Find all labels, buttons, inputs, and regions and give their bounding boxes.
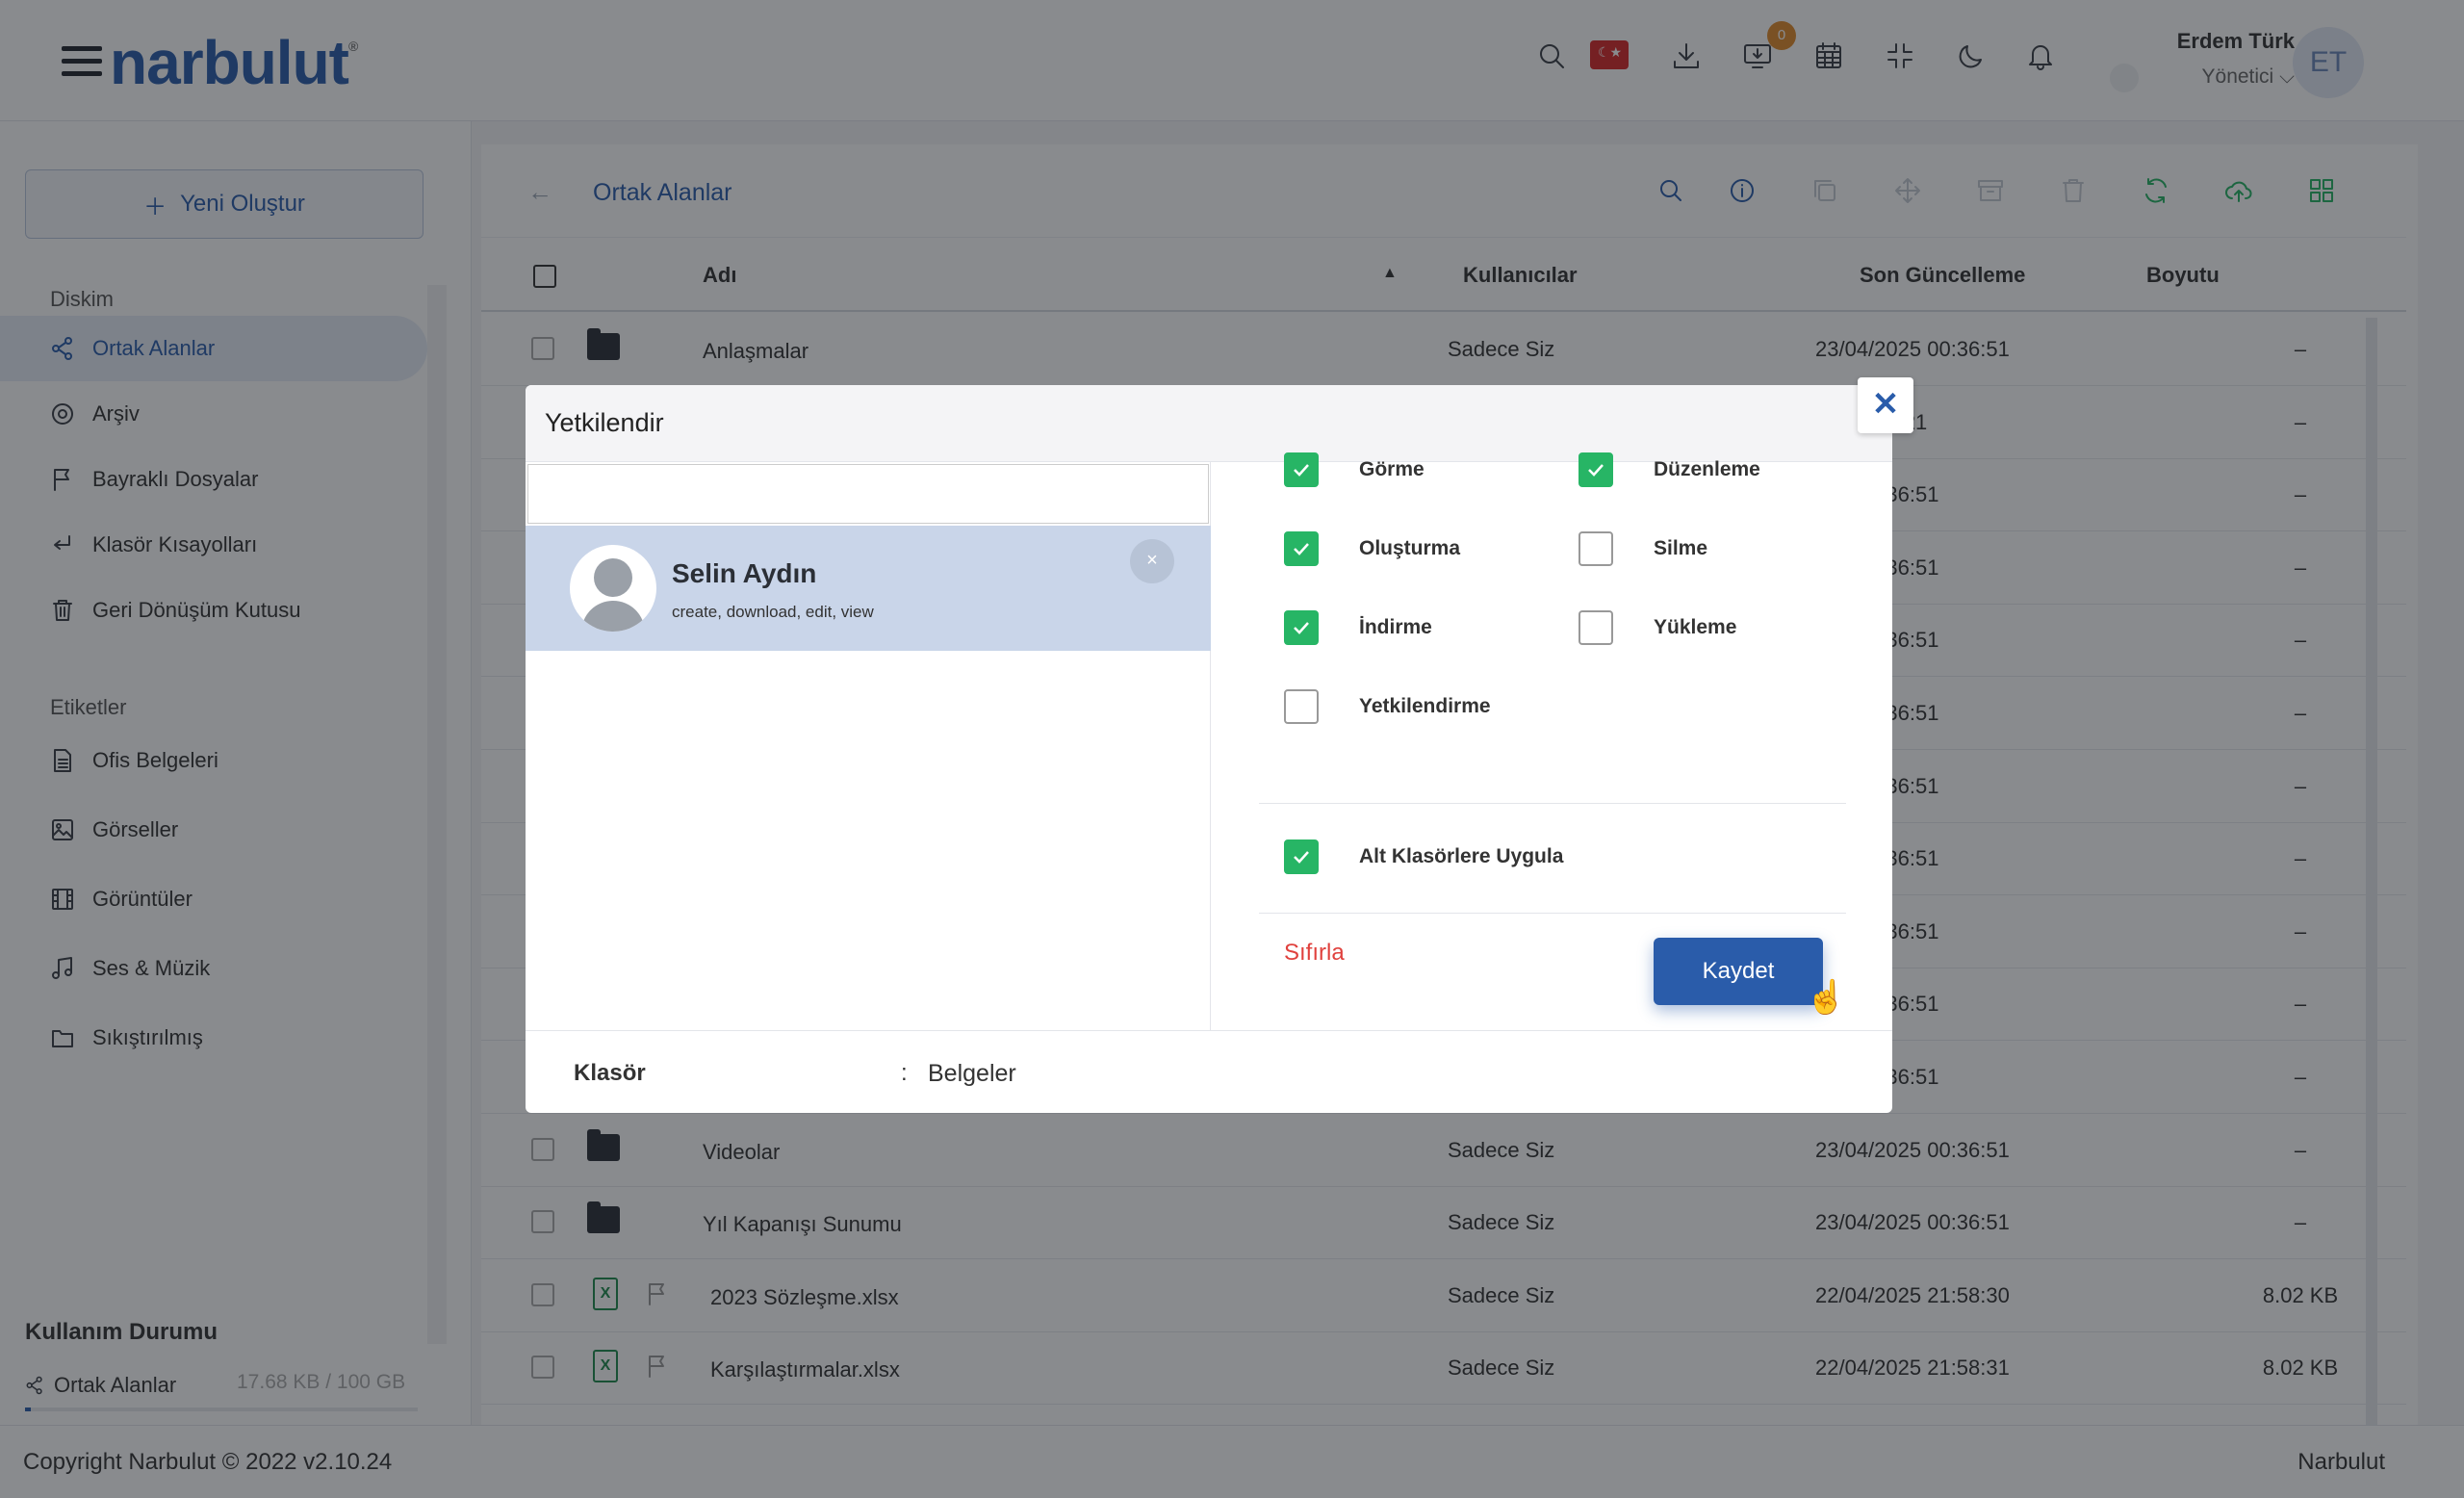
permission-option[interactable]: Düzenleme (1578, 452, 1760, 487)
check-icon (1294, 464, 1309, 477)
folder-label: Klasör (574, 1060, 646, 1086)
permission-option[interactable]: Yetkilendirme (1284, 689, 1491, 724)
permission-option[interactable]: Görme (1284, 452, 1424, 487)
checkbox-unchecked[interactable] (1284, 689, 1319, 724)
checkbox-unchecked[interactable] (1578, 610, 1613, 645)
checkbox-checked[interactable] (1578, 452, 1613, 487)
dialog-header: Yetkilendir (526, 385, 1892, 462)
check-icon (1588, 464, 1604, 477)
hand-cursor-icon: ☝ (1806, 979, 1847, 1016)
checkbox-checked[interactable] (1284, 452, 1319, 487)
checkbox-checked[interactable] (1284, 610, 1319, 645)
apply-subfolders-option[interactable]: Alt Klasörlere Uygula (1284, 839, 1563, 874)
save-button[interactable]: Kaydet (1654, 938, 1823, 1005)
check-icon (1294, 622, 1309, 634)
reset-button[interactable]: Sıfırla (1284, 940, 1345, 967)
user-panel: Selin Aydın create, download, edit, view… (526, 462, 1211, 1030)
checkbox-checked[interactable] (1284, 531, 1319, 566)
folder-value: Belgeler (928, 1060, 1016, 1087)
selected-user-card[interactable]: Selin Aydın create, download, edit, view… (526, 526, 1211, 651)
permission-option[interactable]: Yükleme (1578, 610, 1736, 645)
user-permissions-summary: create, download, edit, view (672, 603, 874, 621)
authorize-dialog: Yetkilendir ✕ Selin Aydın create, downlo… (526, 377, 1913, 1113)
close-icon[interactable]: ✕ (1858, 377, 1913, 433)
permission-option[interactable]: Oluşturma (1284, 531, 1460, 566)
user-avatar-icon (570, 545, 656, 632)
remove-user-icon[interactable]: × (1130, 539, 1174, 583)
folder-separator: : (901, 1060, 908, 1086)
checkbox-unchecked[interactable] (1578, 531, 1613, 566)
divider (1259, 803, 1846, 804)
dialog-footer: Klasör : Belgeler (526, 1030, 1892, 1113)
dialog-title: Yetkilendir (545, 408, 664, 437)
permission-option[interactable]: İndirme (1284, 610, 1432, 645)
permission-option[interactable]: Silme (1578, 531, 1707, 566)
divider (1259, 913, 1846, 914)
check-icon (1294, 851, 1309, 864)
user-search-input[interactable] (527, 464, 1209, 524)
check-icon (1294, 543, 1309, 555)
user-name: Selin Aydın (672, 558, 817, 588)
checkbox-checked[interactable] (1284, 839, 1319, 874)
